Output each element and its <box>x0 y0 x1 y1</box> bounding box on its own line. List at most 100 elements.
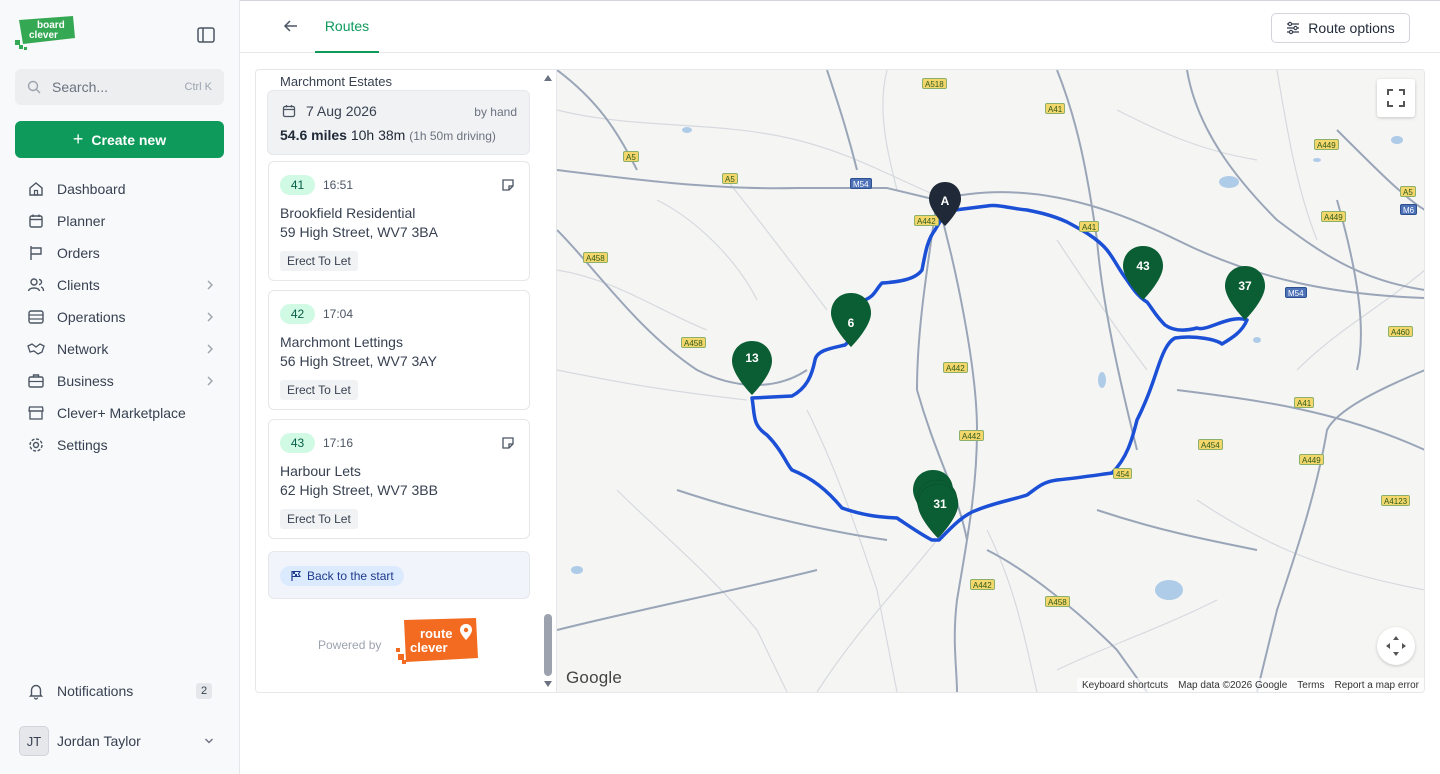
sidebar-item-clients[interactable]: Clients <box>15 269 224 301</box>
stop-tag: Erect To Let <box>280 509 358 529</box>
stop-card[interactable]: 41 16:51 Brookfield Residential 59 High … <box>268 161 530 281</box>
sidebar-item-settings[interactable]: Settings <box>15 429 224 461</box>
road-label: A449 <box>1299 454 1324 465</box>
route-map[interactable]: A518 A41 A5 A5 M54 A442 A449 A5 A449 M6 … <box>556 70 1424 692</box>
map-pin-stop-cluster[interactable]: 31 <box>911 468 961 540</box>
report-error-link[interactable]: Report a map error <box>1330 680 1424 691</box>
chevron-right-icon <box>207 280 213 290</box>
note-icon[interactable] <box>501 436 515 450</box>
road-label: 454 <box>1113 468 1133 479</box>
users-icon <box>27 276 45 294</box>
fullscreen-button[interactable] <box>1377 79 1415 117</box>
back-to-start-label: Back to the start <box>307 569 394 583</box>
back-arrow-icon[interactable] <box>282 17 300 35</box>
flag-icon <box>291 570 301 581</box>
pin-label: 6 <box>847 316 855 330</box>
road-label: A5 <box>722 173 738 184</box>
map-pin-stop[interactable]: 37 <box>1223 264 1267 322</box>
road-label: A449 <box>1321 211 1346 222</box>
map-pin-start[interactable]: A <box>927 180 963 228</box>
stop-time: 17:16 <box>323 436 354 450</box>
road-label: A454 <box>1198 439 1223 450</box>
search-input[interactable]: Search... Ctrl K <box>15 69 224 105</box>
map-pin-stop[interactable]: 6 <box>829 291 873 349</box>
route-options-label: Route options <box>1308 20 1395 36</box>
back-to-start-button[interactable]: Back to the start <box>280 566 404 586</box>
sidebar-item-label: Operations <box>57 309 126 325</box>
logo-text-route: route <box>420 626 453 641</box>
sidebar-item-dashboard[interactable]: Dashboard <box>15 173 224 205</box>
sidebar-item-label: Clients <box>57 277 100 293</box>
stop-card[interactable]: 43 17:16 Harbour Lets 62 High Street, WV… <box>268 419 530 539</box>
stop-number-badge: 41 <box>280 175 315 195</box>
sidebar-item-label: Dashboard <box>57 181 126 197</box>
stop-time: 17:04 <box>323 307 354 321</box>
note-icon[interactable] <box>501 178 515 192</box>
camera-control-button[interactable] <box>1377 627 1415 665</box>
stop-tag: Erect To Let <box>280 251 358 271</box>
map-data-text: Map data ©2026 Google <box>1178 679 1288 691</box>
back-to-start-card: Back to the start <box>268 551 530 599</box>
route-summary: 7 Aug 2026 by hand 54.6 miles 10h 38m (1… <box>267 90 530 155</box>
road-label: A460 <box>1388 326 1413 337</box>
move-arrows-icon <box>1386 636 1406 656</box>
keyboard-shortcuts-link[interactable]: Keyboard shortcuts <box>1077 680 1173 691</box>
stop-name: Harbour Lets <box>280 463 361 479</box>
road-label: A442 <box>970 579 995 590</box>
road-label: M54 <box>850 178 872 189</box>
stop-number-badge: 43 <box>280 433 315 453</box>
fullscreen-icon <box>1387 89 1405 107</box>
route-duration: 10h 38m <box>350 127 406 143</box>
cut-off-stop-name: Marchmont Estates <box>280 74 392 89</box>
chevron-right-icon <box>207 344 213 354</box>
tab-routes[interactable]: Routes <box>315 1 379 53</box>
sidebar-item-planner[interactable]: Planner <box>15 205 224 237</box>
route-distance: 54.6 miles <box>280 127 347 143</box>
road-label: A5 <box>1400 186 1416 197</box>
route-driving-time: (1h 50m driving) <box>409 129 496 143</box>
chevron-right-icon <box>207 376 213 386</box>
powered-by-text: Powered by <box>318 638 382 652</box>
sidebar-item-network[interactable]: Network <box>15 333 224 365</box>
search-shortcut: Ctrl K <box>184 81 213 93</box>
user-menu[interactable]: JT Jordan Taylor <box>15 724 224 758</box>
sidebar-item-notifications[interactable]: Notifications 2 <box>15 675 224 707</box>
road-label: A449 <box>1314 139 1339 150</box>
board-clever-logo[interactable]: board clever <box>15 16 77 54</box>
create-new-label: Create new <box>91 131 167 148</box>
logo-text-clever: clever <box>410 640 448 655</box>
sidebar-item-operations[interactable]: Operations <box>15 301 224 333</box>
signpost-icon <box>27 244 45 262</box>
scroll-up-arrow-icon[interactable] <box>544 74 552 82</box>
route-stats: 54.6 miles 10h 38m (1h 50m driving) <box>280 127 496 143</box>
route-options-button[interactable]: Route options <box>1271 13 1410 43</box>
list-scrollbar[interactable] <box>541 70 555 692</box>
sidebar-collapse-icon[interactable] <box>196 26 216 44</box>
sidebar-item-label: Clever+ Marketplace <box>57 405 186 421</box>
road-label: A41 <box>1294 397 1315 408</box>
sidebar-item-orders[interactable]: Orders <box>15 237 224 269</box>
road-label: A458 <box>681 337 706 348</box>
terms-link[interactable]: Terms <box>1292 680 1329 691</box>
map-pin-stop[interactable]: 43 <box>1121 244 1165 302</box>
road-label: A41 <box>1079 221 1100 232</box>
create-new-button[interactable]: + Create new <box>15 121 224 158</box>
top-bar: Routes Route options <box>240 0 1440 53</box>
sidebar-item-label: Settings <box>57 437 108 453</box>
sliders-icon <box>1287 21 1300 35</box>
map-pin-stop[interactable]: 13 <box>730 339 774 397</box>
stop-card[interactable]: 42 17:04 Marchmont Lettings 56 High Stre… <box>268 290 530 410</box>
road-label: A5 <box>623 151 639 162</box>
sidebar: board clever Search... Ctrl K + Create n… <box>0 0 240 774</box>
road-label: M54 <box>1285 287 1307 298</box>
route-frame: Marchmont Estates 7 Aug 2026 by hand 54.… <box>255 69 1425 693</box>
stop-list[interactable]: Marchmont Estates 7 Aug 2026 by hand 54.… <box>256 70 556 692</box>
scroll-down-arrow-icon[interactable] <box>544 680 552 688</box>
road-label: A4123 <box>1381 495 1411 506</box>
user-name: Jordan Taylor <box>57 733 141 749</box>
sidebar-item-business[interactable]: Business <box>15 365 224 397</box>
scroll-thumb[interactable] <box>544 614 552 676</box>
sidebar-item-label: Business <box>57 373 114 389</box>
sidebar-item-marketplace[interactable]: Clever+ Marketplace <box>15 397 224 429</box>
route-date: 7 Aug 2026 <box>306 103 377 119</box>
